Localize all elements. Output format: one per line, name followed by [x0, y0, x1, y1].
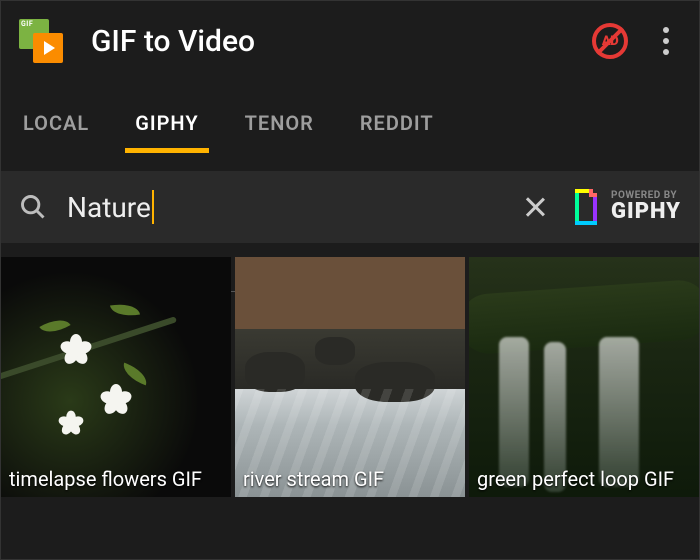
search-input[interactable]: Nature — [67, 187, 513, 227]
thumbnail-image — [1, 257, 231, 497]
source-tabs: LOCAL GIPHY TENOR REDDIT — [1, 101, 699, 153]
tab-giphy[interactable]: GIPHY — [131, 101, 202, 153]
thumbnail-image — [235, 257, 465, 497]
result-thumb[interactable]: river stream GIF — [235, 257, 465, 497]
overflow-menu-button[interactable] — [651, 19, 681, 63]
result-thumb[interactable]: green perfect loop GIF — [469, 257, 699, 497]
result-thumb[interactable]: timelapse flowers GIF — [1, 257, 231, 497]
search-bar: Nature POWERED BY GIPHY — [1, 171, 699, 243]
remove-ads-button[interactable]: AD — [589, 20, 631, 62]
clear-search-button[interactable] — [523, 195, 547, 219]
result-caption: green perfect loop GIF — [477, 467, 691, 491]
giphy-logo-icon — [571, 189, 601, 225]
text-caret — [152, 190, 154, 224]
results-grid: timelapse flowers GIF river stream GIF g… — [1, 257, 699, 497]
app-icon: GIF — [19, 19, 63, 63]
tab-local[interactable]: LOCAL — [19, 101, 93, 153]
thumbnail-image — [469, 257, 699, 497]
app-header: GIF GIF to Video AD — [1, 1, 699, 73]
tab-reddit[interactable]: REDDIT — [356, 101, 438, 153]
giphy-wordmark: GIPHY — [611, 201, 681, 223]
app-title: GIF to Video — [91, 24, 589, 59]
tab-tenor[interactable]: TENOR — [241, 101, 318, 153]
giphy-attribution: POWERED BY GIPHY — [571, 189, 681, 225]
result-caption: river stream GIF — [243, 467, 457, 491]
result-caption: timelapse flowers GIF — [9, 467, 223, 491]
search-icon — [19, 193, 47, 221]
search-value: Nature — [67, 191, 151, 224]
no-ads-icon: AD — [592, 23, 628, 59]
app-screen: GIF GIF to Video AD LOCAL GIPHY TENOR RE… — [0, 0, 700, 560]
